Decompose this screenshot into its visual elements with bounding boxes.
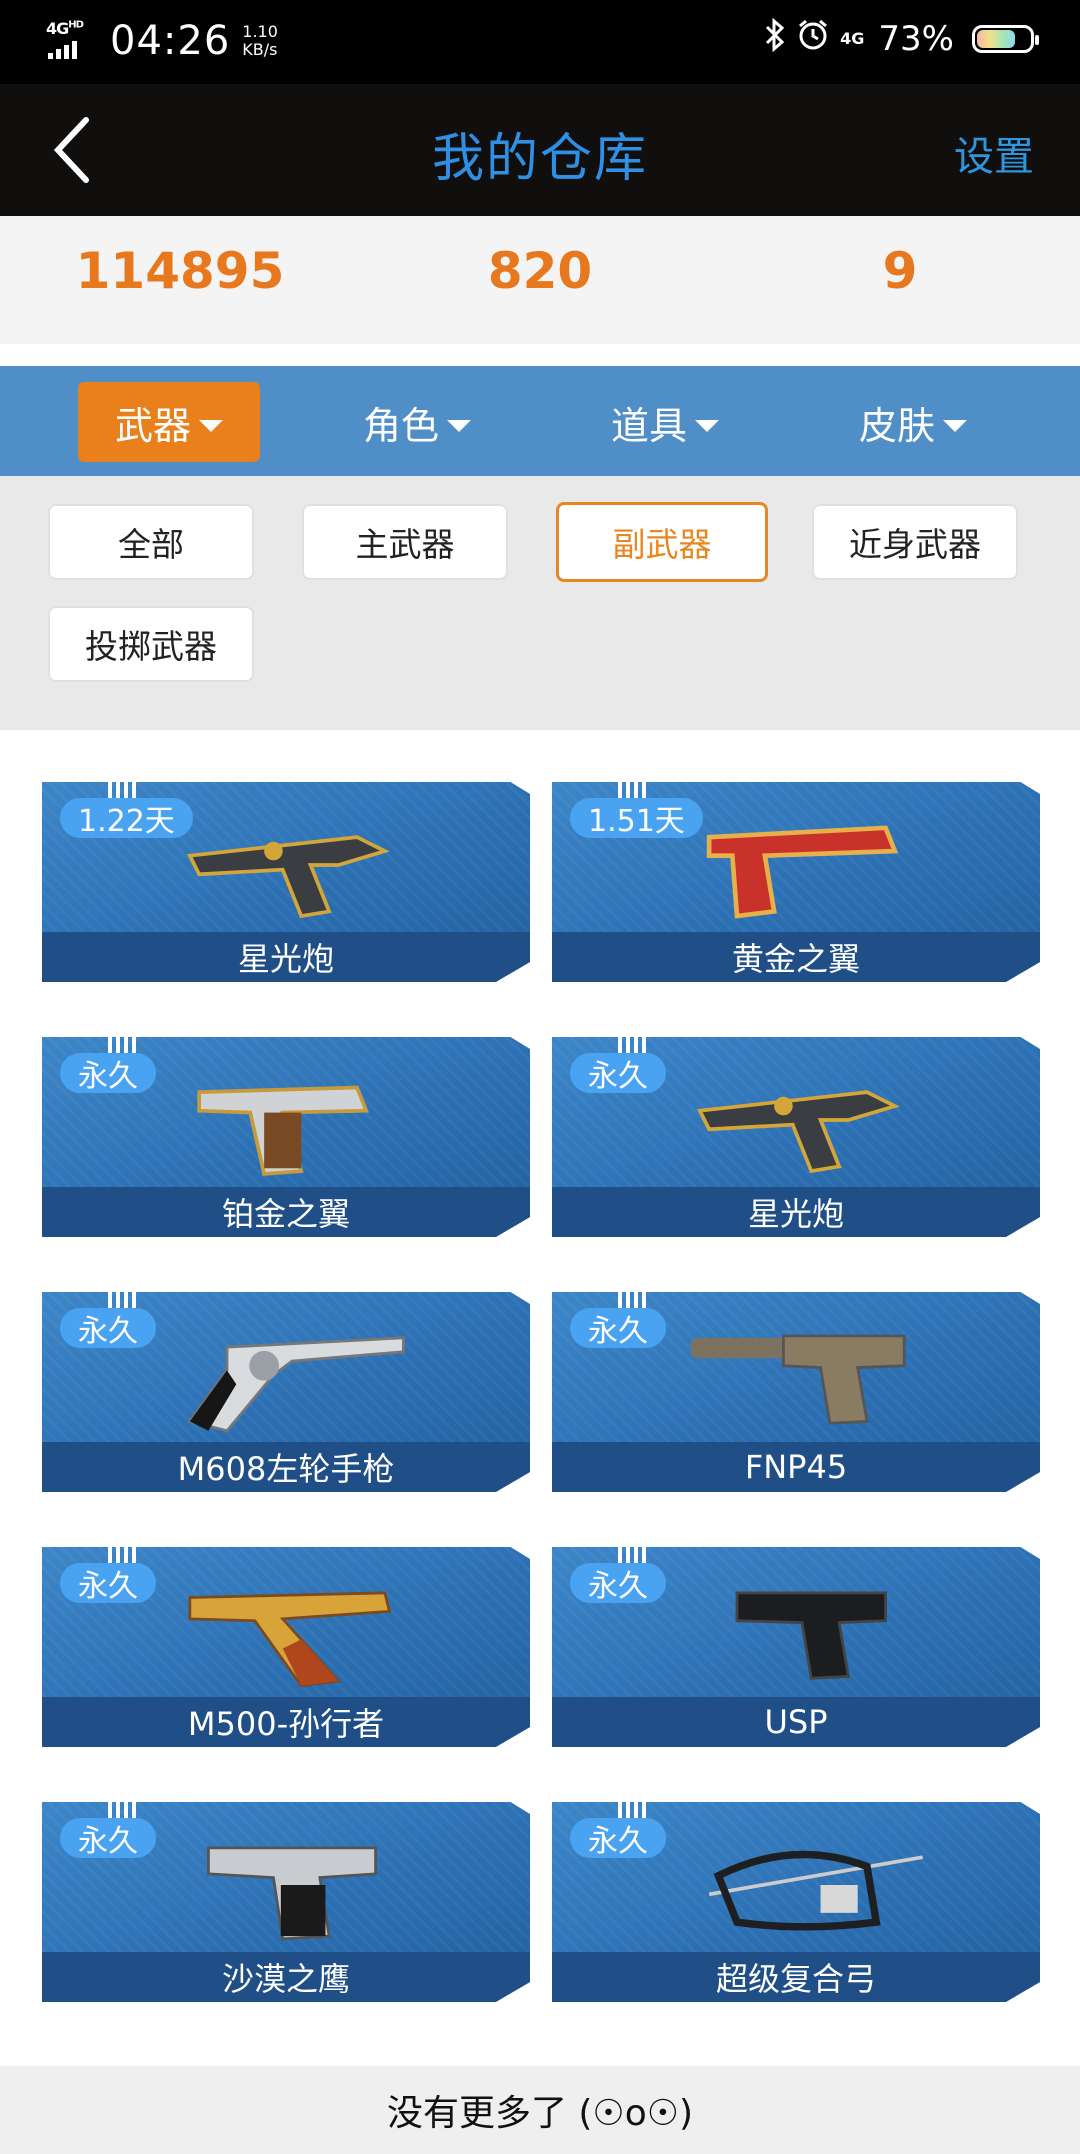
item-card[interactable]: 永久铂金之翼 — [42, 1037, 530, 1237]
duration-badge: 永久 — [570, 1308, 666, 1349]
stat-value: 114895 — [75, 242, 285, 300]
bluetooth-icon — [764, 17, 786, 60]
stat-value: 9 — [882, 242, 918, 300]
end-of-list-message: 没有更多了 (☉o☉) — [0, 2066, 1080, 2154]
item-name: 星光炮 — [42, 932, 530, 982]
pistol-golden-wing-icon — [706, 825, 899, 919]
pistol-starlight-icon — [187, 835, 390, 919]
subcategory-filters: 全部 主武器 副武器 近身武器 投掷武器 — [0, 476, 1080, 730]
tab-skins[interactable]: 皮肤 — [822, 382, 1004, 462]
item-card[interactable]: 永久 FNP45 — [552, 1292, 1040, 1492]
page-title: 我的仓库 — [431, 129, 648, 189]
duration-badge: 1.22天 — [60, 798, 193, 839]
duration-badge: 永久 — [60, 1563, 156, 1604]
duration-badge: 永久 — [60, 1053, 156, 1094]
settings-button[interactable]: 设置 — [954, 124, 1034, 182]
item-card[interactable]: 永久 USP — [552, 1547, 1040, 1747]
filter-secondary-weapons[interactable]: 副武器 — [556, 502, 768, 582]
battery-icon — [972, 25, 1039, 53]
filter-melee-weapons[interactable]: 近身武器 — [812, 504, 1018, 580]
caret-down-icon — [199, 420, 223, 432]
pistol-suppressed-icon — [690, 1334, 906, 1425]
revolver-icon — [187, 1336, 405, 1433]
item-card[interactable]: 1.51天黄金之翼 — [552, 782, 1040, 982]
tab-items[interactable]: 道具 — [574, 382, 756, 462]
item-name: 沙漠之鹰 — [42, 1952, 530, 2002]
network-speed: 1.10 KB/s — [242, 22, 278, 59]
item-card[interactable]: 永久星光炮 — [552, 1037, 1040, 1237]
duration-badge: 永久 — [570, 1053, 666, 1094]
item-name: M500-孙行者 — [42, 1697, 530, 1747]
item-name: 铂金之翼 — [42, 1187, 530, 1237]
item-card[interactable]: 永久超级复合弓 — [552, 1802, 1040, 2002]
app-header: 我的仓库 设置 — [0, 84, 1080, 216]
duration-badge: 永久 — [60, 1818, 156, 1859]
duration-badge: 永久 — [60, 1308, 156, 1349]
filter-throwing-weapons[interactable]: 投掷武器 — [48, 606, 254, 682]
caret-down-icon — [695, 420, 719, 432]
item-name: FNP45 — [552, 1442, 1040, 1492]
item-card[interactable]: 1.22天星光炮 — [42, 782, 530, 982]
caret-down-icon — [943, 420, 967, 432]
item-name: 超级复合弓 — [552, 1952, 1040, 2002]
duration-badge: 永久 — [570, 1818, 666, 1859]
pistol-starlight-icon — [697, 1090, 900, 1174]
stats-row: 114895 820 9 — [0, 216, 1080, 344]
category-tabs: 武器 角色 道具 皮肤 — [0, 366, 1080, 476]
status-bar: 4GHD 04:26 1.10 KB/s 4G 73% — [0, 0, 1080, 84]
alarm-icon — [796, 18, 830, 60]
item-name: USP — [552, 1697, 1040, 1747]
filter-all[interactable]: 全部 — [48, 504, 254, 580]
stat-value: 820 — [487, 242, 593, 300]
tab-characters[interactable]: 角色 — [326, 382, 508, 462]
cellular-signal-icon: 4GHD — [46, 19, 98, 63]
clock: 04:26 — [110, 18, 231, 64]
item-card[interactable]: 永久 M500-孙行者 — [42, 1547, 530, 1747]
pistol-black-icon — [735, 1591, 887, 1680]
caret-down-icon — [447, 420, 471, 432]
battery-percentage: 73% — [878, 19, 954, 59]
item-name: 星光炮 — [552, 1187, 1040, 1237]
duration-badge: 1.51天 — [570, 798, 703, 839]
item-card[interactable]: 永久沙漠之鹰 — [42, 1802, 530, 2002]
mobile-data-icon: 4G — [840, 29, 865, 48]
duration-badge: 永久 — [570, 1563, 666, 1604]
compound-bow-icon — [708, 1850, 924, 1931]
item-name: M608左轮手枪 — [42, 1442, 530, 1492]
item-name: 黄金之翼 — [552, 932, 1040, 982]
revolver-gold-icon — [188, 1591, 392, 1688]
item-card[interactable]: 永久 M608左轮手枪 — [42, 1292, 530, 1492]
filter-primary-weapons[interactable]: 主武器 — [302, 504, 508, 580]
tab-weapons[interactable]: 武器 — [78, 382, 260, 462]
pistol-platinum-wing-icon — [197, 1085, 370, 1176]
pistol-desert-eagle-icon — [207, 1846, 377, 1941]
